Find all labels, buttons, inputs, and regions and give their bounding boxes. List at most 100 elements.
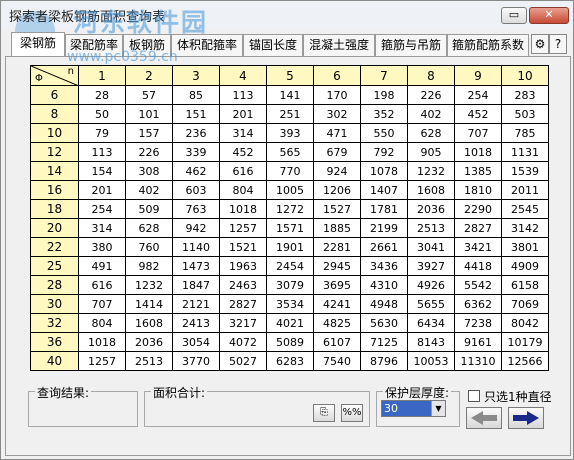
table-cell[interactable]: 113 bbox=[78, 142, 126, 162]
table-cell[interactable]: 462 bbox=[172, 161, 220, 181]
table-cell[interactable]: 3770 bbox=[172, 351, 220, 371]
table-cell[interactable]: 1131 bbox=[501, 142, 549, 162]
table-cell[interactable]: 509 bbox=[125, 199, 173, 219]
table-cell[interactable]: 1272 bbox=[266, 199, 314, 219]
back-button[interactable] bbox=[466, 407, 502, 429]
table-cell[interactable]: 707 bbox=[454, 123, 502, 143]
table-cell[interactable]: 314 bbox=[78, 218, 126, 238]
table-cell[interactable]: 763 bbox=[172, 199, 220, 219]
table-cell[interactable]: 2413 bbox=[172, 313, 220, 333]
table-cell[interactable]: 402 bbox=[407, 104, 455, 124]
table-cell[interactable]: 2454 bbox=[266, 256, 314, 276]
table-cell[interactable]: 1140 bbox=[172, 237, 220, 257]
table-cell[interactable]: 792 bbox=[360, 142, 408, 162]
table-cell[interactable]: 1257 bbox=[219, 218, 267, 238]
table-cell[interactable]: 6158 bbox=[501, 275, 549, 295]
table-cell[interactable]: 1810 bbox=[454, 180, 502, 200]
table-cell[interactable]: 1078 bbox=[360, 161, 408, 181]
table-cell[interactable]: 12566 bbox=[501, 351, 549, 371]
table-cell[interactable]: 1257 bbox=[78, 351, 126, 371]
table-cell[interactable]: 4825 bbox=[313, 313, 361, 333]
tab-anchorage-length[interactable]: 锚固长度 bbox=[243, 34, 303, 56]
table-cell[interactable]: 3217 bbox=[219, 313, 267, 333]
table-cell[interactable]: 85 bbox=[172, 85, 220, 105]
table-cell[interactable]: 1571 bbox=[266, 218, 314, 238]
table-cell[interactable]: 254 bbox=[454, 85, 502, 105]
table-cell[interactable]: 251 bbox=[266, 104, 314, 124]
table-cell[interactable]: 5027 bbox=[219, 351, 267, 371]
table-cell[interactable]: 2513 bbox=[407, 218, 455, 238]
table-cell[interactable]: 804 bbox=[219, 180, 267, 200]
table-cell[interactable]: 7125 bbox=[360, 332, 408, 352]
table-cell[interactable]: 452 bbox=[219, 142, 267, 162]
table-cell[interactable]: 760 bbox=[125, 237, 173, 257]
table-cell[interactable]: 1781 bbox=[360, 199, 408, 219]
table-cell[interactable]: 2036 bbox=[407, 199, 455, 219]
table-cell[interactable]: 151 bbox=[172, 104, 220, 124]
table-cell[interactable]: 254 bbox=[78, 199, 126, 219]
table-cell[interactable]: 236 bbox=[172, 123, 220, 143]
table-cell[interactable]: 6283 bbox=[266, 351, 314, 371]
copy-button[interactable]: ⎘ bbox=[313, 404, 335, 422]
forward-button[interactable] bbox=[508, 407, 544, 429]
table-cell[interactable]: 3534 bbox=[266, 294, 314, 314]
table-cell[interactable]: 2827 bbox=[454, 218, 502, 238]
table-cell[interactable]: 28 bbox=[78, 85, 126, 105]
table-cell[interactable]: 7540 bbox=[313, 351, 361, 371]
table-cell[interactable]: 452 bbox=[454, 104, 502, 124]
tab-concrete-strength[interactable]: 混凝土强度 bbox=[303, 34, 375, 56]
table-cell[interactable]: 4072 bbox=[219, 332, 267, 352]
table-cell[interactable]: 491 bbox=[78, 256, 126, 276]
table-cell[interactable]: 9161 bbox=[454, 332, 502, 352]
table-cell[interactable]: 10179 bbox=[501, 332, 549, 352]
table-cell[interactable]: 2199 bbox=[360, 218, 408, 238]
table-cell[interactable]: 402 bbox=[125, 180, 173, 200]
table-cell[interactable]: 550 bbox=[360, 123, 408, 143]
tab-stirrup-hanger[interactable]: 箍筋与吊筋 bbox=[375, 34, 447, 56]
table-cell[interactable]: 924 bbox=[313, 161, 361, 181]
table-cell[interactable]: 1901 bbox=[266, 237, 314, 257]
table-cell[interactable]: 1473 bbox=[172, 256, 220, 276]
table-cell[interactable]: 2661 bbox=[360, 237, 408, 257]
tab-beam-rebar[interactable]: 梁钢筋 bbox=[11, 32, 65, 56]
table-cell[interactable]: 4418 bbox=[454, 256, 502, 276]
table-cell[interactable]: 141 bbox=[266, 85, 314, 105]
table-cell[interactable]: 982 bbox=[125, 256, 173, 276]
table-cell[interactable]: 314 bbox=[219, 123, 267, 143]
table-cell[interactable]: 339 bbox=[172, 142, 220, 162]
table-cell[interactable]: 2290 bbox=[454, 199, 502, 219]
table-cell[interactable]: 1414 bbox=[125, 294, 173, 314]
table-cell[interactable]: 8143 bbox=[407, 332, 455, 352]
table-cell[interactable]: 1539 bbox=[501, 161, 549, 181]
tab-stirrup-coefficient[interactable]: 箍筋配筋系数 bbox=[447, 34, 529, 56]
table-cell[interactable]: 3041 bbox=[407, 237, 455, 257]
tab-stirrup-volume-ratio[interactable]: 体积配箍率 bbox=[171, 34, 243, 56]
table-cell[interactable]: 101 bbox=[125, 104, 173, 124]
table-cell[interactable]: 707 bbox=[78, 294, 126, 314]
table-cell[interactable]: 1527 bbox=[313, 199, 361, 219]
table-cell[interactable]: 603 bbox=[172, 180, 220, 200]
table-cell[interactable]: 565 bbox=[266, 142, 314, 162]
table-cell[interactable]: 1206 bbox=[313, 180, 361, 200]
minimize-button[interactable]: ▭ bbox=[501, 7, 527, 24]
table-cell[interactable]: 628 bbox=[125, 218, 173, 238]
table-cell[interactable]: 905 bbox=[407, 142, 455, 162]
table-cell[interactable]: 4310 bbox=[360, 275, 408, 295]
table-cell[interactable]: 8796 bbox=[360, 351, 408, 371]
table-cell[interactable]: 3079 bbox=[266, 275, 314, 295]
table-cell[interactable]: 283 bbox=[501, 85, 549, 105]
table-cell[interactable]: 2945 bbox=[313, 256, 361, 276]
table-cell[interactable]: 1005 bbox=[266, 180, 314, 200]
table-cell[interactable]: 1963 bbox=[219, 256, 267, 276]
table-cell[interactable]: 2011 bbox=[501, 180, 549, 200]
table-cell[interactable]: 4926 bbox=[407, 275, 455, 295]
table-cell[interactable]: 380 bbox=[78, 237, 126, 257]
table-cell[interactable]: 226 bbox=[407, 85, 455, 105]
table-cell[interactable]: 503 bbox=[501, 104, 549, 124]
table-cell[interactable]: 1608 bbox=[125, 313, 173, 333]
table-cell[interactable]: 1232 bbox=[125, 275, 173, 295]
table-cell[interactable]: 628 bbox=[407, 123, 455, 143]
table-cell[interactable]: 4948 bbox=[360, 294, 408, 314]
table-cell[interactable]: 393 bbox=[266, 123, 314, 143]
percent-button[interactable]: %% bbox=[341, 404, 363, 422]
